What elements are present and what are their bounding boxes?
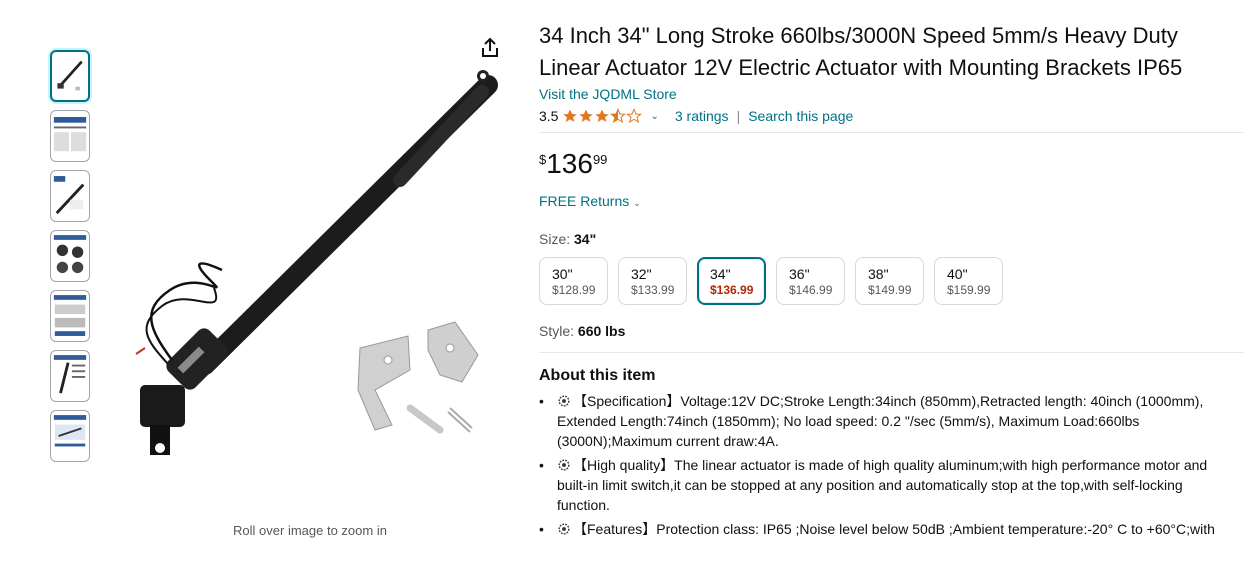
thumbnail-2[interactable]: [50, 110, 90, 162]
size-option-size: 36": [789, 266, 810, 282]
product-title: 34 Inch 34" Long Stroke 660lbs/3000N Spe…: [539, 23, 1183, 80]
size-option-price: $128.99: [552, 283, 596, 297]
style-value: 660 lbs: [577, 323, 626, 339]
rating-chevron-down-icon[interactable]: ⌄: [650, 111, 658, 122]
size-option[interactable]: 30" $128.99: [539, 257, 608, 305]
style-label-text: Style:: [539, 323, 575, 339]
star-rating[interactable]: [562, 108, 643, 124]
about-bullet-text: 【Features】Protection class: IP65 ;Noise …: [573, 521, 1215, 537]
gear-icon: [558, 523, 570, 535]
size-option-price: $136.99: [710, 283, 754, 297]
price-fraction: 99: [592, 152, 608, 167]
size-option[interactable]: 40" $159.99: [934, 257, 1003, 305]
size-option-selected[interactable]: 34" $136.99: [697, 257, 766, 305]
thumbnail-1[interactable]: [50, 50, 90, 102]
size-selected-value: 34": [574, 231, 597, 247]
price-whole: 136: [546, 148, 593, 179]
size-label: Size: 34": [539, 231, 1239, 247]
thumbnail-3[interactable]: [50, 170, 90, 222]
about-bullet-text: 【High quality】The linear actuator is mad…: [557, 457, 1208, 513]
thumbnail-4[interactable]: [50, 230, 90, 282]
chevron-down-icon[interactable]: ⌄: [633, 198, 641, 208]
style-label: Style: 660 lbs: [539, 323, 1239, 339]
size-option-size: 40": [947, 266, 968, 282]
thumbnail-5[interactable]: [50, 290, 90, 342]
divider: [539, 132, 1244, 133]
star-full-icon: [563, 109, 578, 122]
about-heading: About this item: [539, 367, 656, 384]
size-label-text: Size:: [539, 231, 571, 247]
rating-value: 3.5: [539, 108, 559, 124]
size-option[interactable]: 36" $146.99: [776, 257, 845, 305]
free-returns[interactable]: FREE Returns ⌄: [539, 193, 1239, 209]
star-full-icon: [579, 109, 594, 122]
star-full-icon: [595, 109, 610, 122]
ratings-count-link[interactable]: 3 ratings: [675, 108, 729, 124]
size-option-size: 38": [868, 266, 889, 282]
about-bullet: 【Specification】Voltage:12V DC;Stroke Len…: [539, 391, 1239, 451]
about-bullet: 【High quality】The linear actuator is mad…: [539, 455, 1239, 515]
separator: |: [736, 108, 741, 124]
size-option-price: $133.99: [631, 283, 675, 297]
size-option[interactable]: 32" $133.99: [618, 257, 687, 305]
size-option-price: $149.99: [868, 283, 912, 297]
about-bullet-text: 【Specification】Voltage:12V DC;Stroke Len…: [557, 393, 1204, 449]
store-link[interactable]: Visit the JQDML Store: [539, 86, 677, 102]
size-option-size: 34": [710, 266, 731, 282]
size-option-size: 30": [552, 266, 573, 282]
price-symbol: $: [539, 152, 547, 167]
share-icon[interactable]: [478, 36, 502, 60]
size-option-size: 32": [631, 266, 652, 282]
thumbnail-7[interactable]: [50, 410, 90, 462]
size-options: 30" $128.99 32" $133.99 34" $136.99 36" …: [539, 257, 1239, 305]
size-option-price: $146.99: [789, 283, 833, 297]
free-returns-label[interactable]: FREE Returns: [539, 193, 629, 209]
size-option[interactable]: 38" $149.99: [855, 257, 924, 305]
search-page-link[interactable]: Search this page: [748, 108, 853, 124]
main-product-image[interactable]: [110, 30, 520, 510]
thumbnail-6[interactable]: [50, 350, 90, 402]
divider: [539, 352, 1244, 353]
star-empty-icon: [626, 108, 643, 124]
about-bullets: 【Specification】Voltage:12V DC;Stroke Len…: [539, 391, 1239, 539]
thumbnail-strip: [50, 50, 90, 470]
price: $ 136 99: [539, 149, 1239, 183]
gear-icon: [558, 459, 570, 471]
zoom-hint: Roll over image to zoom in: [233, 523, 387, 538]
about-bullet: 【Features】Protection class: IP65 ;Noise …: [539, 519, 1239, 539]
product-details: 34 Inch 34" Long Stroke 660lbs/3000N Spe…: [539, 20, 1244, 543]
star-half-icon: [610, 108, 627, 124]
size-option-price: $159.99: [947, 283, 991, 297]
gear-icon: [558, 395, 570, 407]
rating-row: 3.5 ⌄ 3 ratings | Search this page: [539, 106, 1239, 126]
